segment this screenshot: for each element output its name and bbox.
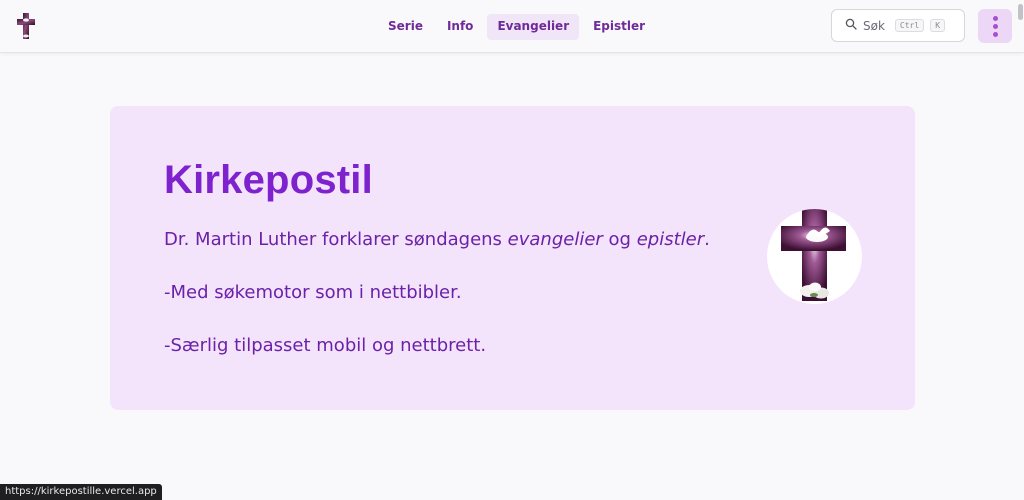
main-nav: Serie Info Evangelier Epistler bbox=[378, 14, 655, 40]
hero-card: Kirkepostil Dr. Martin Luther forklarer … bbox=[110, 106, 915, 410]
hero-feature-search: -Med søkemotor som i nettbibler. bbox=[164, 282, 462, 303]
hero-feature-mobile: -Særlig tilpasset mobil og nettbrett. bbox=[164, 335, 487, 356]
hero-description: Dr. Martin Luther forklarer søndagens ev… bbox=[164, 229, 710, 250]
cross-logo-icon[interactable] bbox=[16, 12, 36, 40]
epistler-emphasis: epistler bbox=[636, 229, 705, 250]
evangelier-emphasis: evangelier bbox=[507, 229, 603, 250]
nav-item-info[interactable]: Info bbox=[437, 14, 483, 40]
shortcut-k: K bbox=[930, 19, 946, 32]
cross-dove-image bbox=[767, 209, 862, 304]
more-vertical-icon[interactable] bbox=[978, 9, 1012, 43]
nav-item-evangelier[interactable]: Evangelier bbox=[487, 14, 580, 40]
search-button[interactable]: Søk Ctrl K bbox=[831, 9, 965, 42]
search-icon bbox=[845, 18, 857, 33]
page-title: Kirkepostil bbox=[164, 158, 373, 202]
status-bar-url: https://kirkepostille.vercel.app bbox=[0, 484, 162, 500]
scrollbar-thumb[interactable] bbox=[1018, 4, 1023, 20]
top-navbar: Serie Info Evangelier Epistler Søk Ctrl … bbox=[0, 0, 1024, 53]
search-placeholder: Søk bbox=[863, 18, 885, 33]
nav-item-serie[interactable]: Serie bbox=[378, 14, 433, 40]
nav-item-epistler[interactable]: Epistler bbox=[583, 14, 655, 40]
shortcut-ctrl: Ctrl bbox=[894, 19, 925, 32]
